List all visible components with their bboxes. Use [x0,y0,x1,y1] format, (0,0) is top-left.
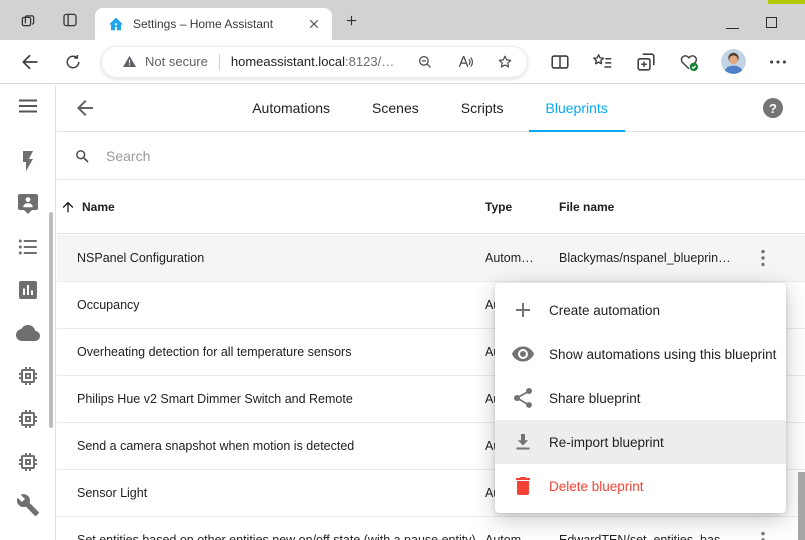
profile-avatar[interactable] [721,49,746,74]
row-type: Autom… [485,251,559,265]
tab-close-icon[interactable] [307,17,321,31]
read-aloud-icon[interactable] [456,53,474,71]
page-scrollbar[interactable] [798,472,805,540]
tab-blueprints[interactable]: Blueprints [529,85,625,132]
screen-edge-artifact [768,0,805,4]
row-name: Send a camera snapshot when motion is de… [57,439,485,453]
column-header-file[interactable]: File name [559,200,751,214]
list-icon[interactable] [16,235,40,259]
nav-tabs: AutomationsScenesScriptsBlueprints [97,85,763,132]
menu-item-create-automation[interactable]: Create automation [495,288,786,332]
download-icon [511,430,535,454]
split-screen-icon[interactable] [549,51,571,73]
vertical-tabs-icon[interactable] [61,11,79,29]
menu-item-label: Share blueprint [549,391,641,406]
row-type: Autom… [485,533,559,540]
menu-item-delete-blueprint[interactable]: Delete blueprint [495,464,786,508]
zoom-out-icon[interactable] [416,53,434,71]
ha-back-icon[interactable] [73,96,97,120]
tab-automations[interactable]: Automations [235,85,347,132]
security-label[interactable]: Not secure [145,54,208,69]
wrench-icon[interactable] [16,493,40,517]
menu-item-label: Re-import blueprint [549,435,664,450]
browser-back-icon[interactable] [19,51,41,73]
row-file: Blackymas/nspanel_blueprin… [559,251,751,265]
window-minimize-button[interactable] [726,28,739,29]
new-tab-button[interactable] [344,13,359,28]
address-bar[interactable]: Not secure homeassistant.local :8123/… [101,46,528,78]
column-header-type[interactable]: Type [485,200,559,214]
menu-item-label: Show automations using this blueprint [549,347,776,362]
column-header-name[interactable]: Name [57,199,485,215]
more-options-icon[interactable] [767,51,789,73]
row-file: EdwardTEN/set_entities_bas… [559,533,751,540]
tab-title: Settings – Home Assistant [133,17,307,31]
browser-toolbar: Not secure homeassistant.local :8123/… [0,40,805,84]
menu-item-label: Delete blueprint [549,479,644,494]
search-icon [74,148,91,165]
help-icon[interactable]: ? [763,98,783,118]
chip-icon[interactable] [16,450,40,474]
sort-ascending-icon [60,199,76,215]
table-row[interactable]: NSPanel ConfigurationAutom…Blackymas/nsp… [57,235,805,282]
toolbar-right-icons [528,49,789,74]
menu-item-re-import-blueprint[interactable]: Re-import blueprint [495,420,786,464]
tab-stack-icon[interactable] [19,11,37,29]
menu-hamburger-icon[interactable] [16,94,40,118]
ha-sidebar [0,85,56,540]
eye-icon [511,342,535,366]
search-row [57,133,805,180]
row-overflow-menu-icon[interactable] [751,246,775,270]
url-path[interactable]: :8123/… [345,54,394,69]
not-secure-warning-icon[interactable] [122,54,137,69]
window-maximize-button[interactable] [766,17,777,28]
browser-tab[interactable]: Settings – Home Assistant [95,8,332,40]
sidebar-scrollbar[interactable] [49,212,53,428]
trash-icon [511,474,535,498]
plus-icon [511,298,535,322]
search-input[interactable] [104,147,604,165]
row-name: NSPanel Configuration [57,251,485,265]
menu-item-label: Create automation [549,303,660,318]
row-name: Overheating detection for all temperatur… [57,345,485,359]
row-overflow-menu-icon[interactable] [751,528,775,540]
tab-scenes[interactable]: Scenes [355,85,436,132]
row-name: Occupancy [57,298,485,312]
bar-chart-icon[interactable] [16,278,40,302]
ha-header: AutomationsScenesScriptsBlueprints ? [57,85,805,132]
cloud-icon[interactable] [16,321,40,345]
person-badge-icon[interactable] [16,192,40,216]
row-name: Sensor Light [57,486,485,500]
refresh-icon[interactable] [63,52,83,72]
table-row[interactable]: Set entities based on other entities new… [57,517,805,540]
favorites-icon[interactable] [592,51,614,73]
menu-item-show-automations-using-this-blueprint[interactable]: Show automations using this blueprint [495,332,786,376]
collections-icon[interactable] [635,51,657,73]
row-name: Set entities based on other entities new… [57,533,485,540]
chip-icon[interactable] [16,407,40,431]
blueprint-context-menu: Create automation Show automations using … [495,283,786,513]
tab-scripts[interactable]: Scripts [444,85,521,132]
row-name: Philips Hue v2 Smart Dimmer Switch and R… [57,392,485,406]
chip-icon[interactable] [16,364,40,388]
table-header: Name Type File name [57,181,805,234]
url-host[interactable]: homeassistant.local [231,54,345,69]
share-icon [511,386,535,410]
browser-tab-strip: Settings – Home Assistant [0,0,805,40]
lightning-bolt-icon[interactable] [16,149,40,173]
url-divider [219,54,220,70]
browser-essentials-icon[interactable] [678,51,700,73]
home-assistant-favicon [108,16,124,32]
favorite-star-icon[interactable] [496,53,514,71]
menu-item-share-blueprint[interactable]: Share blueprint [495,376,786,420]
